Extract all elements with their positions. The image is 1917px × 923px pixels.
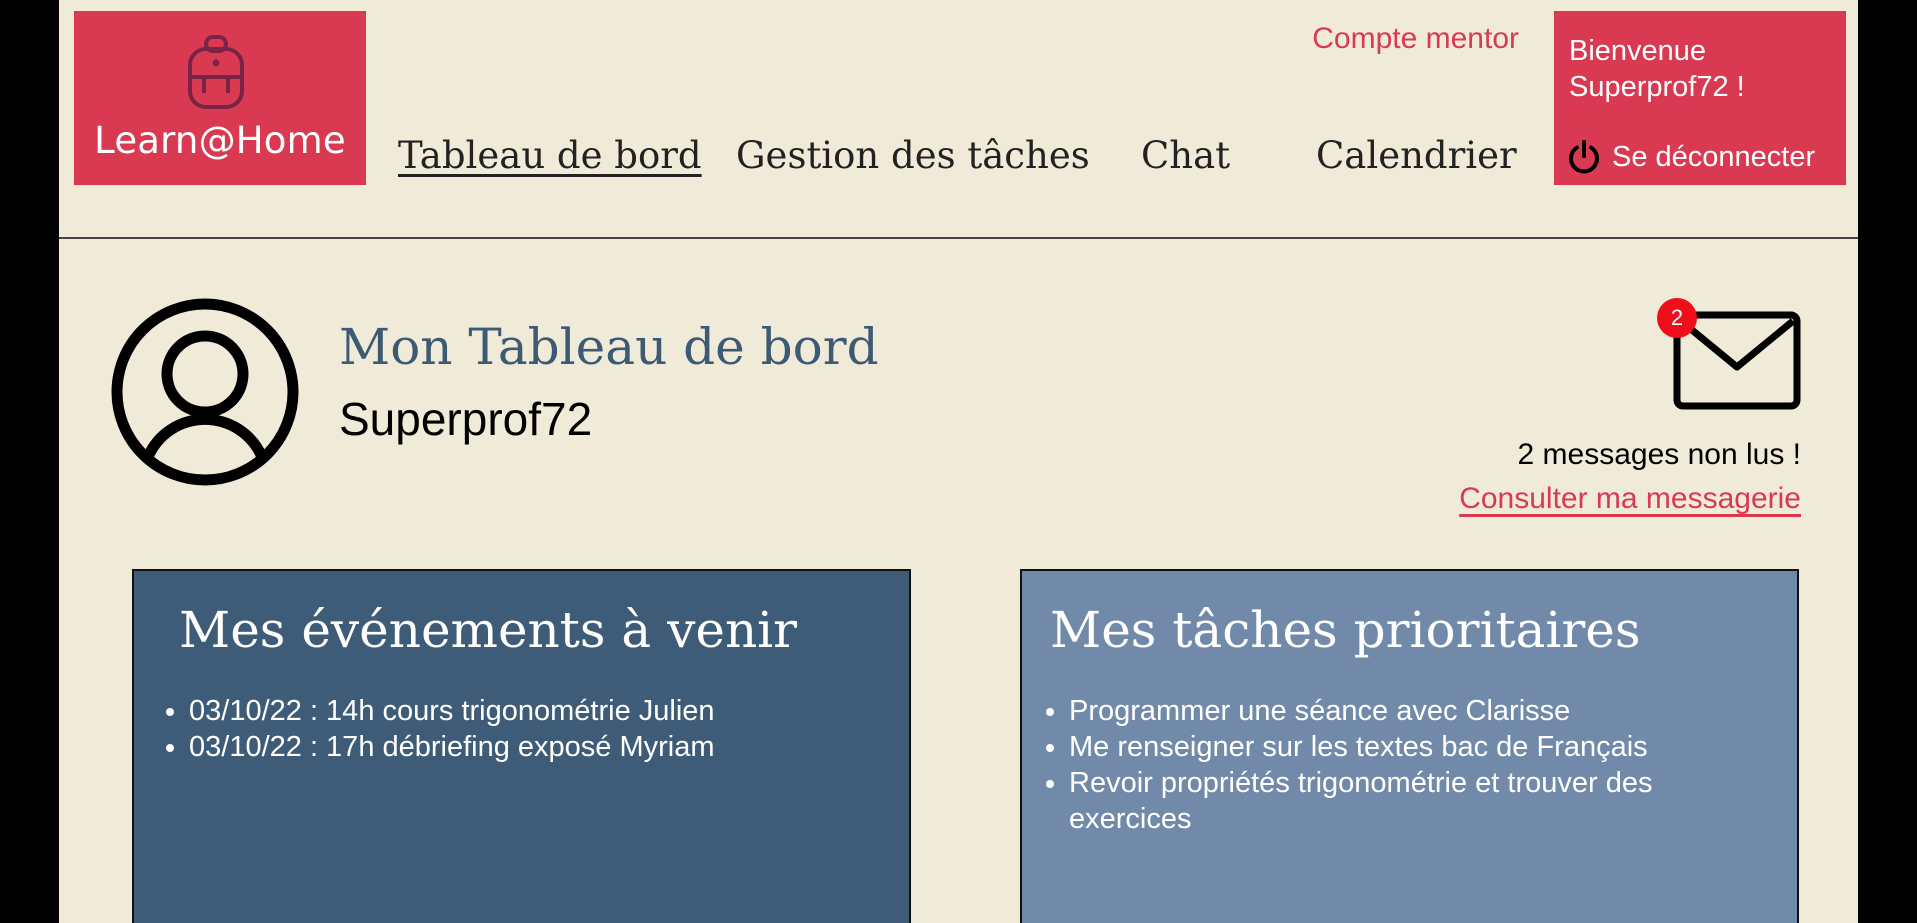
open-messages-link[interactable]: Consulter ma messagerie [1459,482,1801,516]
nav-task-management[interactable]: Gestion des tâches [736,134,1090,177]
brand-logo[interactable]: Learn@Home [74,11,366,185]
list-item[interactable]: Me renseigner sur les textes bac de Fran… [1069,729,1769,765]
mentor-account-link[interactable]: Compte mentor [1312,22,1519,56]
header-divider [59,237,1858,239]
priority-tasks-list: Programmer une séance avec Clarisse Me r… [1034,693,1769,837]
list-item[interactable]: Programmer une séance avec Clarisse [1069,693,1769,729]
backpack-icon [188,35,244,109]
unread-badge: 2 [1657,298,1697,338]
priority-tasks-title: Mes tâches prioritaires [1050,601,1641,659]
page: Learn@Home Compte mentor Tableau de bord… [59,0,1858,923]
logout-label: Se déconnecter [1612,140,1816,173]
nav-chat[interactable]: Chat [1141,134,1230,177]
welcome-greeting: Bienvenue [1569,35,1707,67]
logout-button[interactable]: Se déconnecter [1566,139,1815,175]
power-icon [1569,140,1599,174]
list-item[interactable]: 03/10/22 : 17h débriefing exposé Myriam [189,729,715,765]
upcoming-events-card: Mes événements à venir 03/10/22 : 14h co… [132,569,911,923]
page-title: Mon Tableau de bord [339,318,879,376]
upcoming-events-title: Mes événements à venir [179,601,798,659]
unread-messages-text: 2 messages non lus ! [1517,438,1802,471]
user-panel: Bienvenue Superprof72 ! Se déconnecter [1554,11,1846,185]
welcome-username: Superprof72 ! [1569,71,1745,103]
user-avatar-icon[interactable] [110,297,300,487]
page-username: Superprof72 [339,393,593,445]
nav-calendar[interactable]: Calendrier [1316,134,1517,177]
list-item[interactable]: Revoir propriétés trigonométrie et trouv… [1069,765,1769,837]
nav-dashboard[interactable]: Tableau de bord [398,134,702,177]
list-item[interactable]: 03/10/22 : 14h cours trigonométrie Julie… [189,693,715,729]
brand-name: Learn@Home [94,119,346,162]
upcoming-events-list: 03/10/22 : 14h cours trigonométrie Julie… [154,693,715,765]
priority-tasks-card: Mes tâches prioritaires Programmer une s… [1020,569,1799,923]
welcome-text: Bienvenue Superprof72 ! [1569,33,1745,105]
